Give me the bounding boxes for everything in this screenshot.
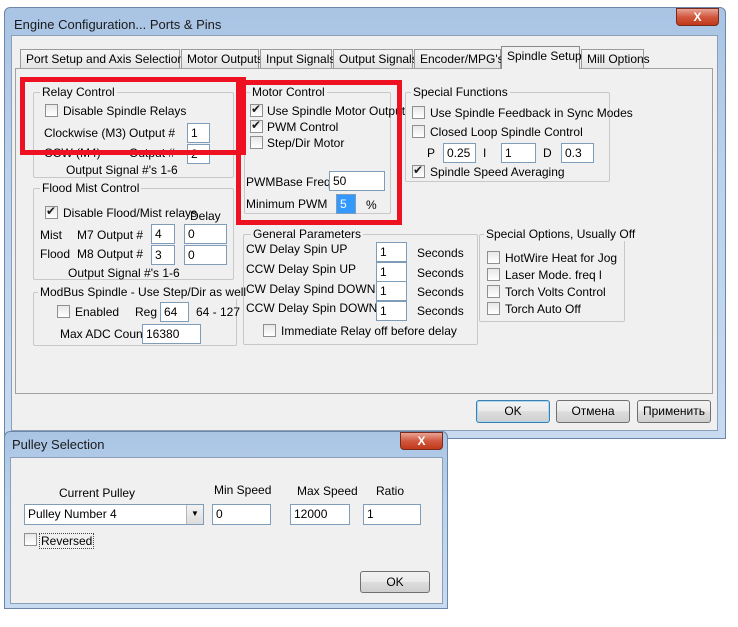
cw-spin-down-unit: Seconds [417,285,464,299]
min-speed-input[interactable]: 0 [212,504,271,525]
tab-encoder-mpg[interactable]: Encoder/MPG's [414,49,504,69]
relay-output-note: Output Signal #'s 1-6 [66,163,178,177]
tab-input-signals[interactable]: Input Signals [260,49,335,69]
immediate-relay-off-label: Immediate Relay off before delay [281,324,457,338]
ccw-spin-down-label: CCW Delay Spin DOWN [246,301,378,315]
motor-highlight-box [236,80,402,225]
ccw-spin-up-input[interactable]: 1 [376,262,407,282]
engine-close-button[interactable]: X [676,8,719,26]
engine-window-title: Engine Configuration... Ports & Pins [14,17,222,32]
ccw-spin-up-unit: Seconds [417,266,464,280]
laser-mode-label: Laser Mode. freq l [505,268,602,282]
tab-port-setup[interactable]: Port Setup and Axis Selection [20,49,184,69]
hotwire-heat-label: HotWire Heat for Jog [505,251,618,265]
mist-delay-input[interactable]: 0 [184,224,227,244]
pulley-close-button[interactable]: X [400,432,443,450]
spindle-feedback-label: Use Spindle Feedback in Sync Modes [430,106,633,120]
closed-loop-checkbox[interactable] [412,125,425,138]
closed-loop-label: Closed Loop Spindle Control [430,125,583,139]
ccw-spin-down-input[interactable]: 1 [376,301,407,321]
ccw-spin-up-label: CCW Delay Spin UP [246,262,357,276]
cw-spin-up-input[interactable]: 1 [376,242,407,262]
ccw-spin-down-unit: Seconds [417,304,464,318]
torch-auto-off-checkbox[interactable] [487,302,500,315]
relay-highlight-box [20,77,246,155]
modbus-enabled-checkbox[interactable] [57,305,70,318]
max-speed-label: Max Speed [297,484,358,498]
current-pulley-label: Current Pulley [59,486,136,500]
modbus-enabled-label: Enabled [75,305,120,319]
current-pulley-select[interactable]: Pulley Number 4 ▼ [24,504,204,525]
reg-range-label: 64 - 127 [196,305,241,319]
pulley-ok-button[interactable]: OK [360,571,430,593]
tab-mill-options[interactable]: Mill Options [581,49,650,69]
cw-spin-down-label: CW Delay Spind DOWN [246,282,376,296]
flood-output-note: Output Signal #'s 1-6 [68,266,180,280]
special-options-legend: Special Options, Usually Off [484,227,638,241]
spindle-feedback-checkbox[interactable] [412,106,425,119]
flood-output-input[interactable]: 3 [151,245,175,265]
laser-mode-checkbox[interactable] [487,268,500,281]
torch-auto-off-label: Torch Auto Off [505,302,581,316]
torch-volts-checkbox[interactable] [487,285,500,298]
flood-mist-legend: Flood Mist Control [40,181,142,195]
flood-output-label: M8 Output # [77,247,144,261]
reg-input[interactable]: 64 [160,302,189,322]
immediate-relay-off-checkbox[interactable] [263,324,276,337]
i-label: I [483,146,487,160]
p-label: P [427,146,436,160]
reversed-label: Reversed [39,533,95,549]
spindle-speed-averaging-label: Spindle Speed Averaging [430,165,565,179]
ratio-input[interactable]: 1 [363,504,421,525]
mist-output-input[interactable]: 4 [151,224,175,244]
cancel-button[interactable]: Отмена [556,400,630,423]
disable-flood-mist-label: Disable Flood/Mist relays [63,206,198,220]
mist-output-label: M7 Output # [77,228,144,242]
hotwire-heat-checkbox[interactable] [487,251,500,264]
reg-label: Reg [135,305,158,319]
current-pulley-value: Pulley Number 4 [28,507,117,521]
i-input[interactable]: 1 [501,143,536,163]
ratio-label: Ratio [376,484,405,498]
reversed-checkbox[interactable] [24,533,37,546]
special-functions-legend: Special Functions [411,85,510,99]
ok-button[interactable]: OK [476,400,550,423]
apply-button[interactable]: Применить [637,400,711,423]
max-adc-label: Max ADC Count [60,327,147,341]
cw-spin-down-input[interactable]: 1 [376,281,407,301]
tab-motor-outputs[interactable]: Motor Outputs [181,49,263,69]
disable-flood-mist-checkbox[interactable] [45,204,58,219]
max-adc-input[interactable]: 16380 [142,324,201,344]
general-parameters-legend: General Parameters [251,227,364,241]
modbus-legend: ModBus Spindle - Use Step/Dir as well [38,285,249,299]
pulley-window-title: Pulley Selection [12,437,105,452]
flood-delay-input[interactable]: 0 [184,245,227,265]
cw-spin-up-unit: Seconds [417,246,464,260]
delay-header: Delay [190,209,221,223]
flood-label: Flood [40,247,71,261]
torch-volts-label: Torch Volts Control [505,285,606,299]
d-label: D [543,146,552,160]
p-input[interactable]: 0.25 [443,143,476,163]
d-input[interactable]: 0.3 [561,143,594,163]
cw-spin-up-label: CW Delay Spin UP [246,242,348,256]
max-speed-input[interactable]: 12000 [290,504,350,525]
tab-spindle-setup[interactable]: Spindle Setup [501,46,582,69]
chevron-down-icon[interactable]: ▼ [186,505,203,524]
tab-output-signals[interactable]: Output Signals [333,49,418,69]
spindle-speed-averaging-checkbox[interactable] [412,163,425,178]
mist-label: Mist [40,228,62,242]
min-speed-label: Min Speed [214,483,272,497]
